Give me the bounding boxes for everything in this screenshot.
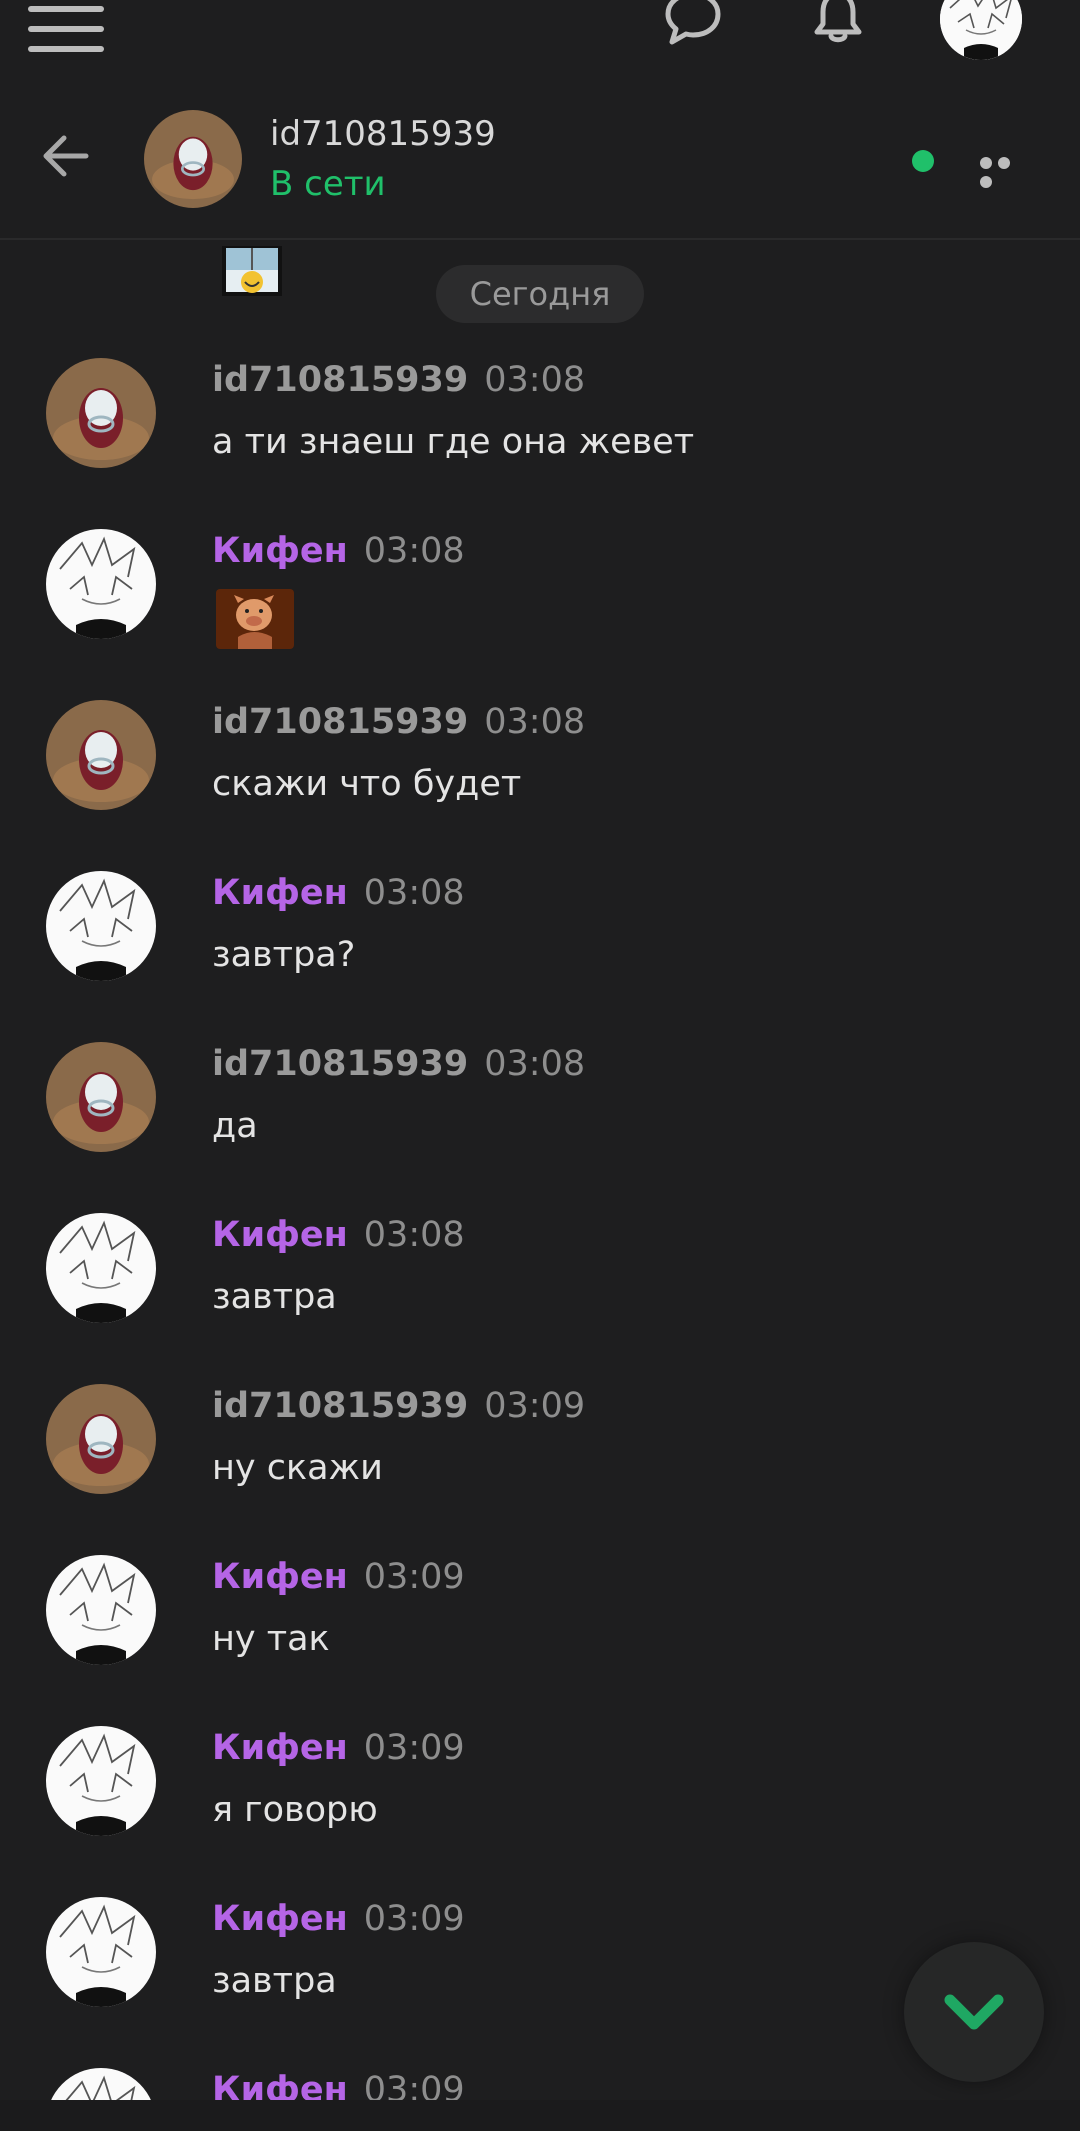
avatar[interactable] <box>46 1897 156 2007</box>
contact-name: id710815939 <box>270 114 496 154</box>
avatar[interactable] <box>46 871 156 981</box>
message-meta: id710815939 03:08 <box>212 1044 585 1084</box>
top-app-bar <box>0 0 1080 64</box>
message-meta: id710815939 03:08 <box>212 360 585 400</box>
message-time: 03:08 <box>363 531 465 571</box>
message-author[interactable]: Кифен <box>212 873 348 913</box>
message-item[interactable]: id710815939 03:08 а ти знаеш где она жеве… <box>0 350 1080 521</box>
message-author[interactable]: Кифен <box>212 1557 348 1597</box>
message-text: завтра <box>212 1961 337 2001</box>
avatar[interactable] <box>46 1726 156 1836</box>
more-dots-icon[interactable] <box>980 154 1032 188</box>
message-text: завтра? <box>212 935 356 975</box>
chat-bubble-icon[interactable] <box>664 0 722 46</box>
contact-avatar[interactable] <box>144 110 242 208</box>
chevron-down-icon <box>944 1994 1004 2030</box>
message-item[interactable]: id710815939 03:08 скажи что будет <box>0 692 1080 863</box>
message-item[interactable]: Кифен 03:08 завтра? <box>0 863 1080 1034</box>
message-item[interactable]: Кифен 03:09 я говорю <box>0 1718 1080 1889</box>
message-text: скажи что будет <box>212 764 522 804</box>
avatar[interactable] <box>46 1384 156 1494</box>
message-item[interactable]: Кифен 03:08 завтра <box>0 1205 1080 1376</box>
message-time: 03:08 <box>484 702 586 742</box>
message-author[interactable]: Кифен <box>212 1899 348 1939</box>
message-meta: Кифен 03:08 <box>212 1215 465 1255</box>
message-item[interactable]: Кифен 03:08 <box>0 521 1080 692</box>
message-item[interactable]: id710815939 03:08 да <box>0 1034 1080 1205</box>
message-text: ну так <box>212 1619 330 1659</box>
sticker-fragment <box>220 244 284 298</box>
bottom-bar <box>0 2100 1080 2131</box>
message-author[interactable]: id710815939 <box>212 1386 468 1426</box>
message-item[interactable]: Кифен 03:09 ну так <box>0 1547 1080 1718</box>
message-author[interactable]: id710815939 <box>212 702 468 742</box>
message-author[interactable]: id710815939 <box>212 1044 468 1084</box>
message-meta: Кифен 03:09 <box>212 1899 465 1939</box>
message-time: 03:09 <box>363 1899 465 1939</box>
avatar[interactable] <box>46 1555 156 1665</box>
scroll-to-bottom-button[interactable] <box>904 1942 1044 2082</box>
message-text: а ти знаеш где она жевет <box>212 422 695 462</box>
message-text: ну скажи <box>212 1448 383 1488</box>
arrow-left-icon[interactable] <box>38 128 94 184</box>
online-indicator <box>912 150 934 172</box>
avatar[interactable] <box>46 1042 156 1152</box>
message-meta: Кифен 03:09 <box>212 1557 465 1597</box>
message-time: 03:08 <box>363 873 465 913</box>
message-meta: Кифен 03:08 <box>212 873 465 913</box>
message-meta: id710815939 03:08 <box>212 702 585 742</box>
profile-avatar[interactable] <box>940 0 1022 60</box>
message-time: 03:09 <box>484 1386 586 1426</box>
message-author[interactable]: Кифен <box>212 531 348 571</box>
bell-icon[interactable] <box>810 0 866 46</box>
hamburger-menu-icon[interactable] <box>28 6 104 52</box>
message-time: 03:09 <box>363 1728 465 1768</box>
avatar[interactable] <box>46 358 156 468</box>
message-author[interactable]: Кифен <box>212 1728 348 1768</box>
message-time: 03:08 <box>484 1044 586 1084</box>
message-author[interactable]: Кифен <box>212 1215 348 1255</box>
avatar[interactable] <box>46 1213 156 1323</box>
avatar[interactable] <box>46 529 156 639</box>
online-status: В сети <box>270 164 386 204</box>
pig-sticker[interactable] <box>216 589 294 649</box>
avatar[interactable] <box>46 700 156 810</box>
message-text: завтра <box>212 1277 337 1317</box>
message-time: 03:08 <box>484 360 586 400</box>
message-list[interactable]: id710815939 03:08 а ти знаеш где она жеве… <box>0 350 1080 2120</box>
message-meta: id710815939 03:09 <box>212 1386 585 1426</box>
message-item[interactable]: id710815939 03:09 ну скажи <box>0 1376 1080 1547</box>
message-author[interactable]: id710815939 <box>212 360 468 400</box>
message-time: 03:09 <box>363 1557 465 1597</box>
message-text: я говорю <box>212 1790 378 1830</box>
chat-header: id710815939 В сети <box>0 100 1080 240</box>
message-text: да <box>212 1106 258 1146</box>
message-time: 03:08 <box>363 1215 465 1255</box>
message-meta: Кифен 03:08 <box>212 531 465 571</box>
date-separator: Сегодня <box>436 265 644 323</box>
message-meta: Кифен 03:09 <box>212 1728 465 1768</box>
